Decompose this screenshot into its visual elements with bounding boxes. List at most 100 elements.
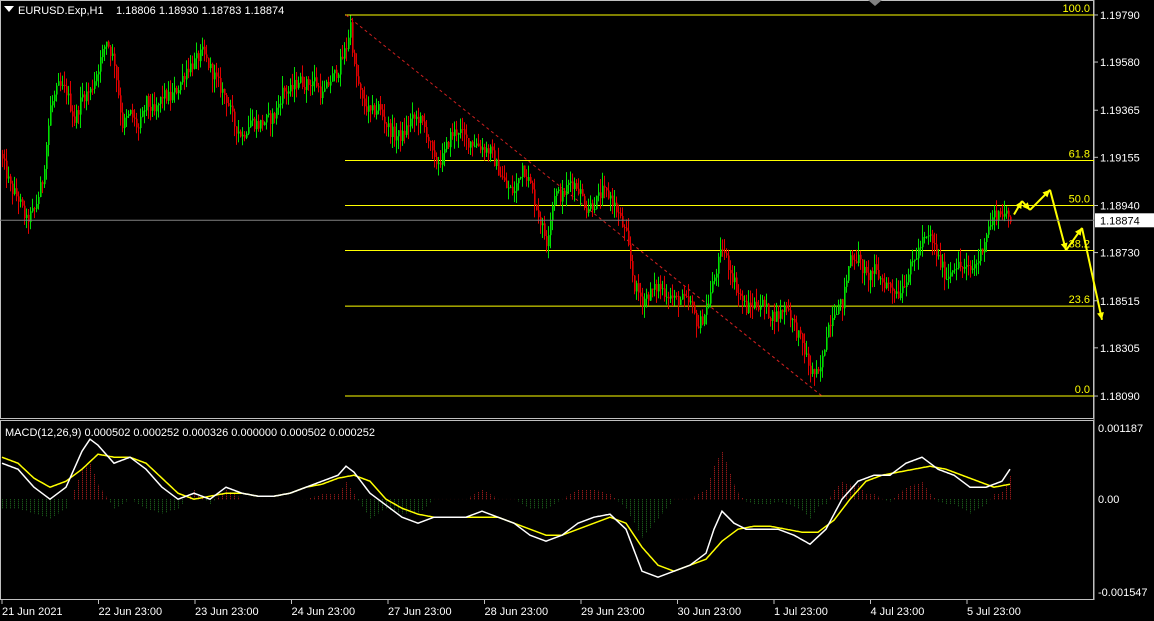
bull-candle [516,183,518,192]
bear-candle [286,91,288,94]
bear-candle [678,295,680,305]
bear-candle [92,88,94,90]
bear-candle [876,264,878,271]
bear-candle [394,126,396,141]
bear-candle [422,115,424,122]
bear-candle [318,86,320,88]
bear-candle [150,106,152,111]
bear-candle [982,248,984,253]
bear-candle [414,114,416,119]
bear-candle [382,109,384,117]
bear-candle [544,223,546,237]
bear-candle [236,126,238,134]
bull-candle [914,259,916,262]
bear-candle [78,110,80,115]
bear-candle [430,141,432,143]
macd-axis-label: -0.001547 [1098,587,1148,599]
bear-candle [572,181,574,189]
bull-candle [96,74,98,82]
bull-candle [748,302,750,313]
chart-menu-arrow-icon[interactable] [4,6,14,12]
bull-candle [322,91,324,99]
bear-candle [366,106,368,112]
bear-candle [466,134,468,139]
chart-shift-marker-icon[interactable] [868,0,882,6]
bull-candle [510,186,512,188]
bull-candle [992,217,994,226]
bear-candle [328,81,330,86]
bull-candle [44,169,46,185]
bull-candle [350,22,352,38]
bull-candle [598,192,600,196]
bear-candle [198,53,200,62]
bear-candle [370,105,372,111]
bull-candle [490,146,492,154]
bear-candle [656,283,658,292]
bear-candle [790,310,792,321]
bear-candle [258,121,260,129]
bull-candle [568,182,570,186]
bull-candle [772,311,774,321]
bull-candle [306,79,308,90]
bull-candle [334,69,336,74]
bull-candle [458,133,460,135]
bear-candle [116,65,118,81]
bear-candle [220,77,222,93]
bear-candle [746,300,748,313]
bull-candle [848,266,850,281]
bull-candle [614,202,616,206]
bear-candle [932,234,934,244]
bull-candle [916,258,918,260]
bear-candle [796,322,798,338]
trading-chart[interactable]: 100.061.850.038.223.60.0 1.197901.195801… [0,0,1154,621]
bull-candle [186,68,188,80]
bull-candle [570,181,572,183]
bear-candle [600,192,602,199]
fibonacci-retracement[interactable]: 100.061.850.038.223.60.0 [345,3,1094,397]
bear-candle [208,58,210,69]
bull-candle [840,299,842,305]
candlestick-series [2,15,1012,386]
bear-candle [612,195,614,206]
bear-candle [628,230,630,246]
bull-candle [552,205,554,221]
bear-candle [768,303,770,319]
time-axis-label: 1 Jul 23:00 [774,606,828,618]
bull-candle [126,116,128,118]
bear-candle [154,104,156,112]
bull-candle [948,276,950,279]
bear-candle [240,131,242,137]
bear-candle [524,165,526,177]
bull-candle [744,300,746,302]
bear-candle [424,121,426,128]
bull-candle [850,255,852,267]
bear-candle [530,177,532,183]
bear-candle [878,270,880,279]
bull-candle [104,46,106,50]
price-axis-label: 1.18515 [1100,296,1140,308]
bear-candle [664,288,666,297]
bull-candle [704,314,706,325]
bear-candle [672,295,674,298]
bull-candle [406,125,408,135]
time-axis: 21 Jun 2021 22 Jun 23:00 23 Jun 23:00 24 Ju… [1,600,1021,618]
bear-candle [642,296,644,306]
bull-candle [712,281,714,293]
bull-candle [446,142,448,150]
bull-candle [324,88,326,92]
bull-candle [952,270,954,273]
bull-candle [602,185,604,199]
bear-candle [170,91,172,101]
bull-candle [242,134,244,137]
bull-candle [776,311,778,322]
bear-candle [738,292,740,294]
time-axis-label: 27 Jun 23:00 [388,606,452,618]
bear-candle [702,316,704,325]
bull-candle [846,280,848,287]
forecast-arrows[interactable] [1013,189,1104,321]
bear-candle [302,76,304,88]
bull-candle [288,91,290,94]
bear-candle [72,111,74,117]
bear-candle [212,64,214,80]
bull-candle [718,256,720,274]
